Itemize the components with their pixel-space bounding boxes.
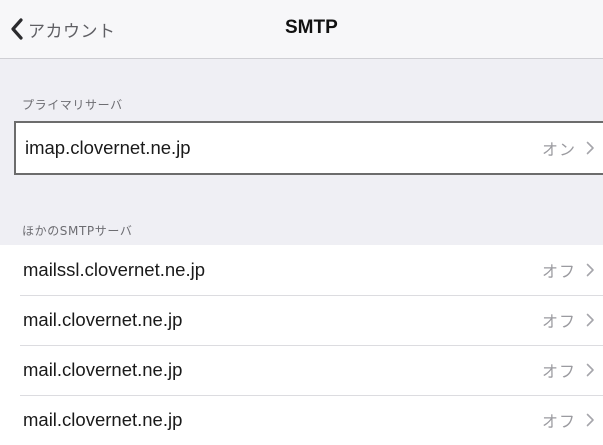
row-accessory: オフ <box>542 408 595 432</box>
server-host: mail.clovernet.ne.jp <box>23 359 183 380</box>
back-label: アカウント <box>28 21 116 42</box>
server-host: mail.clovernet.ne.jp <box>23 309 183 330</box>
server-status: オフ <box>541 312 576 331</box>
server-status: オフ <box>541 362 576 381</box>
server-status: オフ <box>541 262 576 281</box>
server-host: mail.clovernet.ne.jp <box>23 409 183 430</box>
row-accessory: オフ <box>542 358 595 382</box>
navigation-bar: アカウント SMTP <box>0 0 603 59</box>
chevron-right-icon <box>586 141 594 155</box>
row-accessory: オフ <box>542 308 595 332</box>
other-servers-list: mailssl.clovernet.ne.jp オフ mail.cloverne… <box>0 245 603 445</box>
back-button[interactable]: アカウント <box>10 15 116 43</box>
other-servers-section-header: ほかのSMTPサーバ <box>22 224 133 238</box>
server-status: オフ <box>541 412 576 431</box>
page-title: SMTP <box>285 17 338 38</box>
primary-server-host: imap.clovernet.ne.jp <box>25 137 191 158</box>
server-row-1[interactable]: mailssl.clovernet.ne.jp オフ <box>0 245 603 295</box>
row-accessory: オフ <box>542 258 595 282</box>
chevron-right-icon <box>586 413 594 427</box>
chevron-right-icon <box>586 363 594 377</box>
server-row-3[interactable]: mail.clovernet.ne.jp オフ <box>0 345 603 395</box>
row-accessory: オン <box>542 136 595 160</box>
server-row-4[interactable]: mail.clovernet.ne.jp オフ <box>0 395 603 445</box>
server-status: オン <box>541 140 576 159</box>
server-row-2[interactable]: mail.clovernet.ne.jp オフ <box>0 295 603 345</box>
chevron-right-icon <box>586 313 594 327</box>
primary-server-section-header: プライマリサーバ <box>22 98 123 112</box>
chevron-right-icon <box>586 263 594 277</box>
primary-server-row[interactable]: imap.clovernet.ne.jp オン <box>14 121 603 175</box>
server-host: mailssl.clovernet.ne.jp <box>23 259 205 280</box>
chevron-left-icon <box>11 18 23 40</box>
